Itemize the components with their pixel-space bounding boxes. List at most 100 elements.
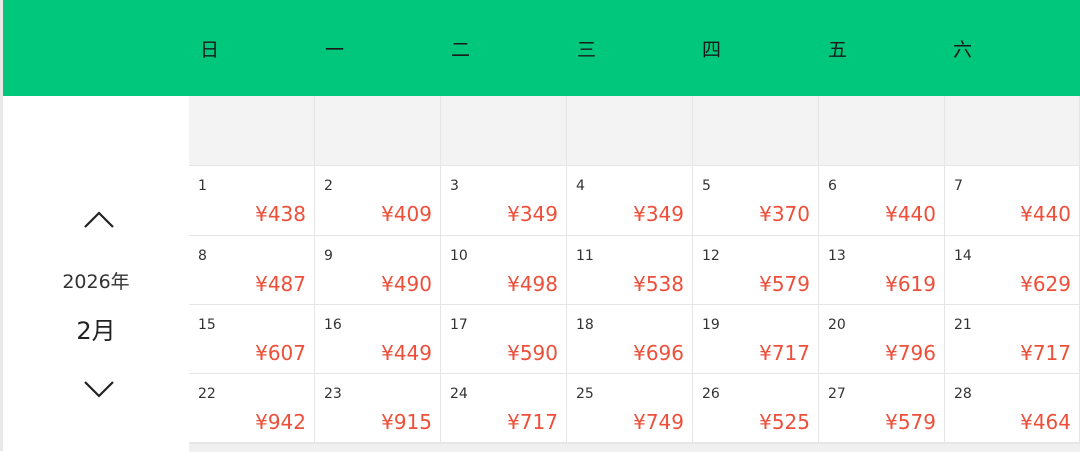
day-number: 25 <box>576 386 594 402</box>
empty-week-row <box>189 96 1080 166</box>
day-price: ¥717 <box>759 341 810 365</box>
day-price: ¥498 <box>507 272 558 296</box>
day-cell[interactable]: 6 ¥440 <box>819 166 945 236</box>
day-price: ¥629 <box>1020 272 1071 296</box>
week-row: 22 ¥942 23 ¥915 24 ¥717 25 ¥749 26 ¥525 27 ¥579 28 ¥4… <box>189 374 1080 443</box>
day-cell[interactable]: 22 ¥942 <box>189 374 315 443</box>
day-number: 21 <box>954 317 972 333</box>
day-cell[interactable]: 25 ¥749 <box>567 374 693 443</box>
day-number: 10 <box>450 248 468 264</box>
day-cell[interactable]: 21 ¥717 <box>945 305 1080 374</box>
day-number: 1 <box>198 178 207 194</box>
day-number: 8 <box>198 248 207 264</box>
day-price: ¥440 <box>885 202 936 226</box>
day-cell[interactable]: 5 ¥370 <box>693 166 819 236</box>
next-month-button[interactable] <box>83 379 115 399</box>
empty-day-cell <box>819 96 945 166</box>
day-price: ¥717 <box>1020 341 1071 365</box>
day-price: ¥696 <box>633 341 684 365</box>
day-cell[interactable]: 4 ¥349 <box>567 166 693 236</box>
day-cell[interactable]: 27 ¥579 <box>819 374 945 443</box>
day-price: ¥749 <box>633 410 684 434</box>
day-number: 23 <box>324 386 342 402</box>
day-price: ¥409 <box>381 202 432 226</box>
empty-day-cell <box>189 96 315 166</box>
day-price: ¥370 <box>759 202 810 226</box>
day-number: 20 <box>828 317 846 333</box>
day-cell[interactable]: 18 ¥696 <box>567 305 693 374</box>
weekday-header: 日 一 二 三 四 五 六 <box>3 0 1080 96</box>
day-number: 17 <box>450 317 468 333</box>
weekday-wed: 三 <box>577 39 597 61</box>
weekday-tue: 二 <box>451 39 471 61</box>
prev-month-button[interactable] <box>83 210 115 230</box>
weekday-sun: 日 <box>200 39 220 61</box>
day-number: 6 <box>828 178 837 194</box>
day-price: ¥449 <box>381 341 432 365</box>
calendar-month: 2月 <box>76 317 116 345</box>
day-number: 12 <box>702 248 720 264</box>
weekday-thu: 四 <box>702 39 722 61</box>
week-row: 8 ¥487 9 ¥490 10 ¥498 11 ¥538 12 ¥579 13 ¥619 14 ¥629 <box>189 236 1080 305</box>
day-price: ¥349 <box>633 202 684 226</box>
day-cell[interactable]: 19 ¥717 <box>693 305 819 374</box>
day-number: 26 <box>702 386 720 402</box>
day-price: ¥440 <box>1020 202 1071 226</box>
empty-day-cell <box>315 96 441 166</box>
empty-day-cell <box>567 96 693 166</box>
day-price: ¥538 <box>633 272 684 296</box>
day-number: 2 <box>324 178 333 194</box>
day-cell[interactable]: 24 ¥717 <box>441 374 567 443</box>
day-number: 3 <box>450 178 459 194</box>
day-cell[interactable]: 13 ¥619 <box>819 236 945 305</box>
day-cell[interactable]: 26 ¥525 <box>693 374 819 443</box>
day-number: 4 <box>576 178 585 194</box>
day-cell[interactable]: 3 ¥349 <box>441 166 567 236</box>
month-navigator: 2026年 2月 <box>3 96 189 451</box>
day-price: ¥590 <box>507 341 558 365</box>
calendar-year: 2026年 <box>62 271 130 293</box>
day-cell[interactable]: 14 ¥629 <box>945 236 1080 305</box>
day-price: ¥619 <box>885 272 936 296</box>
day-price: ¥487 <box>255 272 306 296</box>
day-cell[interactable]: 1 ¥438 <box>189 166 315 236</box>
date-grid: 1 ¥438 2 ¥409 3 ¥349 4 ¥349 5 ¥370 6 ¥440 7 ¥440 8 ¥487… <box>189 96 1080 452</box>
fare-calendar: 日 一 二 三 四 五 六 2026年 2月 1 ¥438 2 ¥409 3 ¥349 4 ¥… <box>0 0 1080 452</box>
day-cell[interactable]: 11 ¥538 <box>567 236 693 305</box>
weekday-mon: 一 <box>325 39 345 61</box>
day-price: ¥464 <box>1020 410 1071 434</box>
day-price: ¥525 <box>759 410 810 434</box>
day-number: 15 <box>198 317 216 333</box>
day-number: 7 <box>954 178 963 194</box>
day-cell[interactable]: 7 ¥440 <box>945 166 1080 236</box>
weekday-fri: 五 <box>828 39 848 61</box>
chevron-up-icon <box>84 211 114 228</box>
day-cell[interactable]: 10 ¥498 <box>441 236 567 305</box>
day-cell[interactable]: 16 ¥449 <box>315 305 441 374</box>
day-cell[interactable]: 17 ¥590 <box>441 305 567 374</box>
weekday-sat: 六 <box>953 39 973 61</box>
day-cell[interactable]: 15 ¥607 <box>189 305 315 374</box>
day-cell[interactable]: 28 ¥464 <box>945 374 1080 443</box>
day-price: ¥915 <box>381 410 432 434</box>
day-cell[interactable]: 9 ¥490 <box>315 236 441 305</box>
day-number: 19 <box>702 317 720 333</box>
empty-day-cell <box>945 96 1080 166</box>
day-price: ¥579 <box>759 272 810 296</box>
day-price: ¥490 <box>381 272 432 296</box>
day-number: 24 <box>450 386 468 402</box>
day-number: 14 <box>954 248 972 264</box>
day-cell[interactable]: 8 ¥487 <box>189 236 315 305</box>
day-number: 9 <box>324 248 333 264</box>
empty-day-cell <box>693 96 819 166</box>
day-price: ¥796 <box>885 341 936 365</box>
day-cell[interactable]: 2 ¥409 <box>315 166 441 236</box>
day-cell[interactable]: 12 ¥579 <box>693 236 819 305</box>
day-cell[interactable]: 20 ¥796 <box>819 305 945 374</box>
week-row: 1 ¥438 2 ¥409 3 ¥349 4 ¥349 5 ¥370 6 ¥440 7 ¥440 <box>189 166 1080 236</box>
week-row: 15 ¥607 16 ¥449 17 ¥590 18 ¥696 19 ¥717 20 ¥796 21 ¥7… <box>189 305 1080 374</box>
day-price: ¥607 <box>255 341 306 365</box>
day-number: 27 <box>828 386 846 402</box>
day-cell[interactable]: 23 ¥915 <box>315 374 441 443</box>
chevron-down-icon <box>84 381 114 398</box>
